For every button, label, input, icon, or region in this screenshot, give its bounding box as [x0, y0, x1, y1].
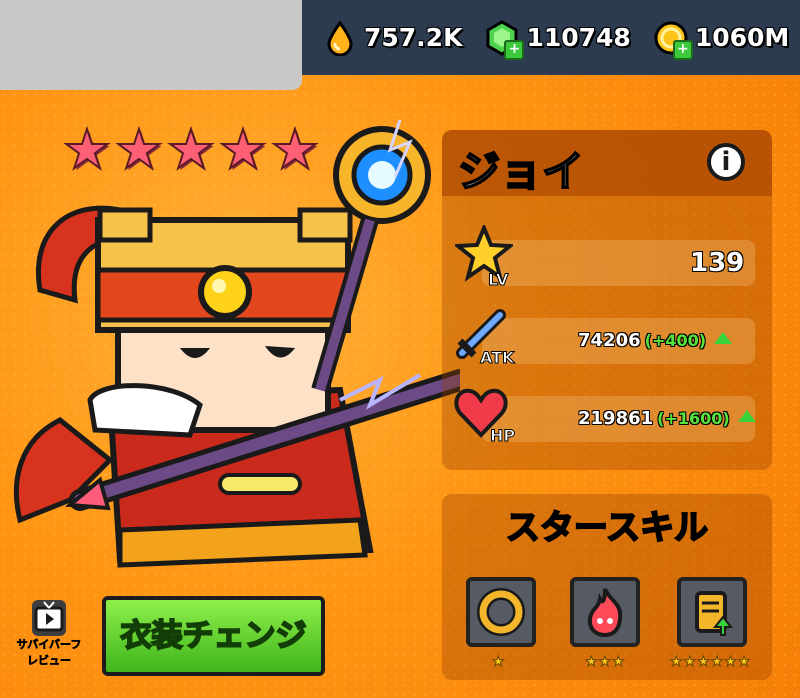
level-value: 139 [690, 248, 745, 278]
gem-icon: + [484, 19, 525, 60]
coin-icon: + [653, 20, 693, 60]
hero-name: ジョイ [457, 146, 585, 197]
tv-icon [32, 600, 66, 636]
star-skill-title: スタースキル [505, 507, 709, 549]
info-button[interactable]: i [707, 143, 745, 181]
lv-tag: LV [487, 270, 509, 290]
hp-tag: HP [489, 426, 516, 446]
hp-stat: 219861 (+1600) [578, 408, 756, 429]
atk-bonus: (+400) [644, 331, 707, 350]
skill-1-stars: ★ [492, 654, 506, 671]
survivor-review-button[interactable]: サバイバーフ レビュー [14, 600, 84, 680]
add-gems-icon[interactable]: + [504, 39, 525, 60]
hp-value: 219861 [578, 408, 654, 429]
skill-3-stars: ★★★★★★ [669, 654, 752, 671]
skill-slot-1[interactable] [466, 577, 536, 647]
skill-2-stars: ★★★ [585, 654, 626, 671]
arrow-up-icon [737, 410, 756, 422]
hero-character [13, 119, 460, 568]
ring-icon [477, 588, 525, 636]
currency-elixir[interactable]: 757.2K [322, 19, 463, 56]
review-label-line2: レビュー [27, 654, 72, 668]
arrow-up-icon [714, 332, 733, 344]
currency-gems[interactable]: + 110748 [484, 19, 631, 60]
atk-value: 74206 [578, 330, 641, 351]
coins-amount: 1060M [694, 23, 790, 52]
add-coins-icon[interactable]: + [672, 39, 693, 60]
atk-tag: ATK [479, 348, 515, 368]
skill-slot-3[interactable] [677, 577, 747, 647]
elixir-amount: 757.2K [364, 23, 463, 52]
gems-amount: 110748 [526, 23, 631, 52]
scroll-icon [695, 591, 734, 636]
droplet-icon [322, 19, 358, 56]
costume-change-button[interactable]: 衣装チェンジ [102, 596, 325, 676]
currency-coins[interactable]: + 1060M [653, 20, 790, 60]
flame-icon [587, 588, 623, 638]
review-label-line1: サバイバーフ [16, 638, 82, 652]
hp-bonus: (+1600) [657, 409, 730, 428]
skill-slot-2[interactable] [570, 577, 640, 647]
atk-stat: 74206 (+400) [578, 330, 733, 351]
